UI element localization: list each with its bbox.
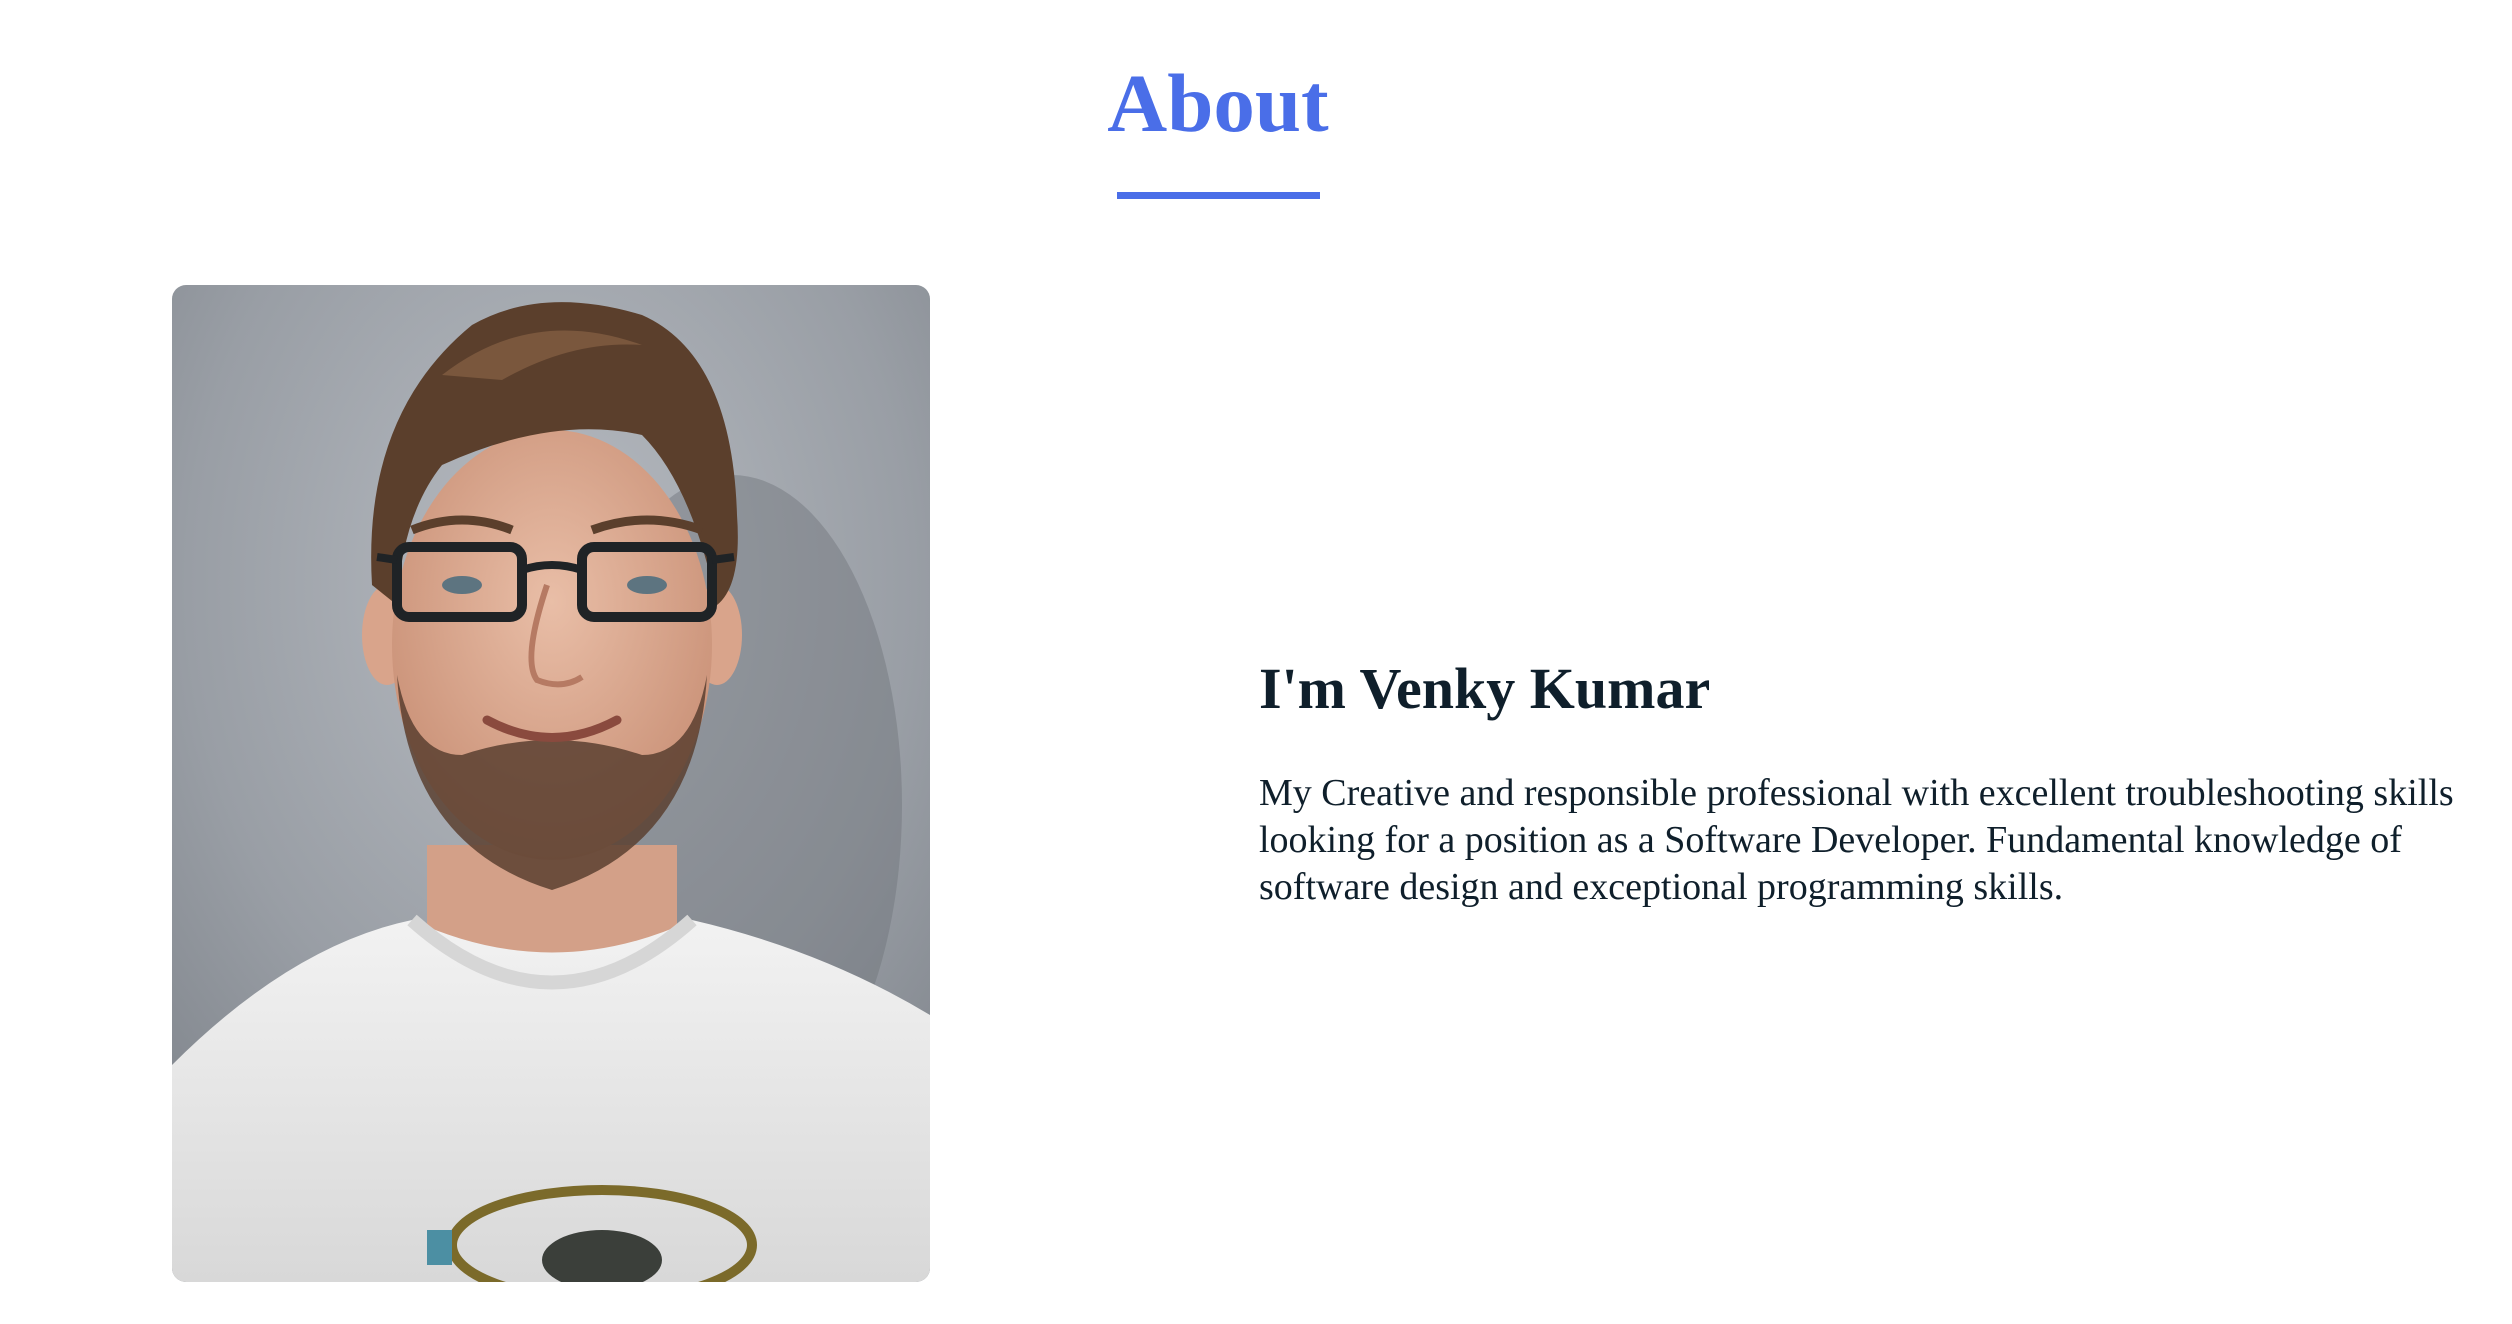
section-title: About — [1107, 57, 1329, 149]
title-underline — [1117, 192, 1320, 199]
profile-photo — [172, 285, 930, 1282]
profile-name: I'm Venky Kumar — [1259, 656, 1711, 721]
about-section: About I'm Venky Kumar My Creative and re… — [0, 0, 2512, 1324]
profile-bio: My Creative and responsible professional… — [1259, 772, 2454, 908]
